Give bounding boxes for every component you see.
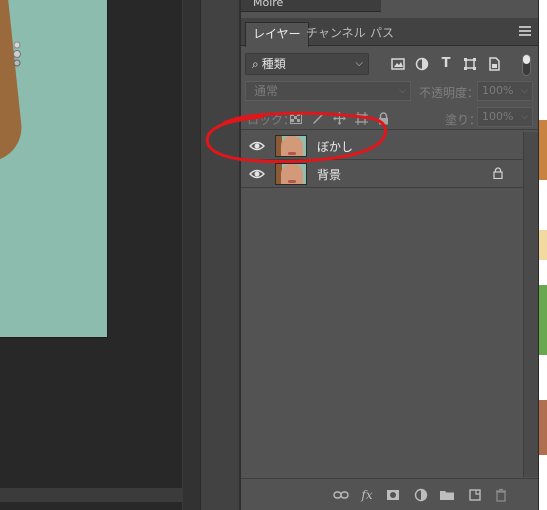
fill-field[interactable]: 100% ⌵ bbox=[477, 107, 533, 127]
visibility-eye-icon[interactable] bbox=[249, 140, 265, 152]
fill-label: 塗り： bbox=[445, 113, 482, 127]
chevron-down-icon: ⌵ bbox=[521, 112, 528, 122]
canvas-horizontal-scrollbar[interactable] bbox=[0, 488, 182, 502]
chevron-down-icon: ⌵ bbox=[399, 86, 406, 96]
layer-thumbnail[interactable] bbox=[275, 163, 307, 185]
photoshop-workspace: Moiré レイヤー チャンネル パス ⌕ 種類 ⌵ T 通常 ⌵ 不透明度： … bbox=[0, 0, 547, 510]
layer-name[interactable]: 背景 bbox=[317, 166, 341, 183]
blend-mode-value: 通常 bbox=[254, 84, 279, 98]
add-mask-icon[interactable] bbox=[385, 487, 401, 503]
lock-icon[interactable] bbox=[493, 167, 503, 179]
canvas-image[interactable] bbox=[0, 0, 108, 338]
chevron-down-icon: ⌵ bbox=[521, 86, 528, 96]
search-icon: ⌕ bbox=[252, 57, 259, 71]
link-layers-icon[interactable] bbox=[333, 487, 349, 503]
fill-value: 100% bbox=[482, 110, 514, 123]
lock-all-icon[interactable] bbox=[377, 112, 390, 125]
background-window-edge bbox=[538, 0, 547, 510]
background-window-image bbox=[539, 400, 547, 455]
filter-kind-select[interactable]: ⌕ 種類 ⌵ bbox=[245, 53, 369, 75]
collapsed-panel-label[interactable]: Moiré bbox=[241, 0, 381, 12]
tab-channels[interactable]: チャンネル bbox=[299, 22, 373, 46]
background-window-image bbox=[539, 120, 547, 180]
opacity-label: 不透明度： bbox=[419, 86, 480, 100]
document-canvas-area[interactable] bbox=[0, 0, 200, 510]
chevron-down-icon: ⌵ bbox=[355, 58, 363, 69]
panel-menu-icon[interactable] bbox=[519, 26, 531, 36]
layers-bottom-toolbar: fx bbox=[241, 478, 539, 510]
layers-panel: Moiré レイヤー チャンネル パス ⌕ 種類 ⌵ T 通常 ⌵ 不透明度： … bbox=[240, 0, 539, 510]
lock-artboard-icon[interactable] bbox=[355, 112, 368, 125]
lock-position-icon[interactable] bbox=[333, 112, 346, 125]
new-group-folder-icon[interactable] bbox=[439, 487, 455, 503]
shape-filter-icon[interactable] bbox=[463, 57, 477, 71]
adjustment-layer-icon[interactable] bbox=[413, 487, 429, 503]
layer-name[interactable]: ぼかし bbox=[317, 138, 353, 155]
layer-style-fx-icon[interactable]: fx bbox=[359, 487, 375, 503]
filter-toggle-switch[interactable] bbox=[522, 54, 531, 76]
layer-row-blur[interactable]: ぼかし bbox=[241, 132, 523, 160]
lock-label: ロック： bbox=[247, 113, 296, 127]
panel-tab-bar: レイヤー チャンネル パス bbox=[241, 18, 539, 47]
blend-mode-select[interactable]: 通常 ⌵ bbox=[245, 81, 411, 101]
earring-graphic bbox=[13, 41, 21, 67]
canvas-vertical-scrollbar[interactable] bbox=[182, 0, 200, 510]
lock-transparent-pixels-icon[interactable] bbox=[289, 112, 302, 125]
delete-layer-trash-icon[interactable] bbox=[493, 487, 509, 503]
panel-dock-gutter bbox=[200, 0, 240, 510]
smart-object-filter-icon[interactable] bbox=[487, 57, 501, 71]
opacity-value: 100% bbox=[482, 84, 514, 97]
layer-thumbnail[interactable] bbox=[275, 135, 307, 157]
layer-filter-row: ⌕ 種類 ⌵ T bbox=[241, 50, 539, 78]
new-layer-icon[interactable] bbox=[467, 487, 483, 503]
background-window-image bbox=[539, 230, 547, 260]
filter-kind-label: 種類 bbox=[261, 57, 286, 71]
tab-paths[interactable]: パス bbox=[363, 22, 401, 46]
lock-image-pixels-icon[interactable] bbox=[311, 112, 324, 125]
adjustment-filter-icon[interactable] bbox=[415, 57, 429, 71]
layer-list: ぼかし 背景 bbox=[241, 132, 523, 188]
layer-list-scrollbar[interactable] bbox=[523, 132, 539, 477]
type-filter-icon[interactable]: T bbox=[439, 57, 453, 71]
layer-row-background[interactable]: 背景 bbox=[241, 160, 523, 188]
image-filter-icon[interactable] bbox=[391, 57, 405, 71]
opacity-field[interactable]: 100% ⌵ bbox=[477, 81, 533, 101]
background-window-image bbox=[539, 285, 547, 355]
canvas-hair-region bbox=[0, 0, 25, 162]
visibility-eye-icon[interactable] bbox=[249, 168, 265, 180]
